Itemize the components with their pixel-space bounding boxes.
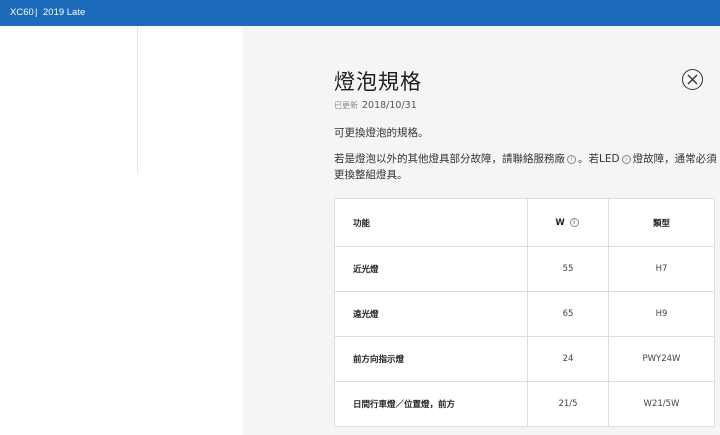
table-row: 日間行車燈／位置燈，前方 21/5 W21/5W xyxy=(334,381,715,427)
fault-text-part2: 。若LED xyxy=(578,153,620,165)
car-model-label[interactable]: XC60 xyxy=(10,0,34,26)
cell-watt: 55 xyxy=(527,246,609,292)
updated-date: 2018/10/31 xyxy=(362,100,417,111)
updated-info: 已更新 2018/10/31 xyxy=(334,100,417,111)
watt-header-label: W xyxy=(555,217,565,228)
intro-paragraph: 可更換燈泡的規格。 xyxy=(334,127,429,139)
cell-type: H9 xyxy=(608,291,715,337)
info-icon[interactable]: i xyxy=(569,217,579,227)
cell-watt: 24 xyxy=(527,336,609,382)
top-navigation-bar: XC60 | 2019 Late xyxy=(0,0,720,26)
close-button[interactable] xyxy=(682,69,703,90)
info-icon[interactable]: i xyxy=(621,155,631,164)
breadcrumb-separator: | xyxy=(35,7,38,18)
table-header-row: 功能 W i 類型 xyxy=(334,198,715,247)
table-row: 近光燈 55 H7 xyxy=(334,246,715,292)
close-icon xyxy=(687,74,698,85)
left-panel xyxy=(0,26,243,435)
article-title: 燈泡規格 xyxy=(334,70,422,94)
table-row: 前方向指示燈 24 PWY24W xyxy=(334,336,715,382)
cell-function: 日間行車燈／位置燈，前方 xyxy=(334,381,528,427)
cell-type: PWY24W xyxy=(608,336,715,382)
cell-watt: 21/5 xyxy=(527,381,609,427)
cell-function: 近光燈 xyxy=(334,246,528,292)
cell-type: H7 xyxy=(608,246,715,292)
cell-function: 遠光燈 xyxy=(334,291,528,337)
cell-function: 前方向指示燈 xyxy=(334,336,528,382)
updated-label: 已更新 xyxy=(334,101,358,110)
column-header-function: 功能 xyxy=(334,198,528,247)
info-icon[interactable]: i xyxy=(567,155,576,164)
bulb-spec-table: 功能 W i 類型 近光燈 55 H7 遠光燈 65 H9 前方向指示燈 24 … xyxy=(334,198,715,427)
column-header-watt: W i xyxy=(527,198,609,247)
cell-watt: 65 xyxy=(527,291,609,337)
column-header-type: 類型 xyxy=(608,198,715,247)
model-year-label[interactable]: 2019 Late xyxy=(43,0,85,26)
cell-type: W21/5W xyxy=(608,381,715,427)
fault-text-part1: 若是燈泡以外的其他燈具部分故障，請聯絡服務廠 xyxy=(334,153,565,165)
panel-divider xyxy=(137,26,138,174)
table-row: 遠光燈 65 H9 xyxy=(334,291,715,337)
fault-paragraph: 若是燈泡以外的其他燈具部分故障，請聯絡服務廠 i 。若LED i 燈故障，通常必須更換整… xyxy=(334,151,718,183)
